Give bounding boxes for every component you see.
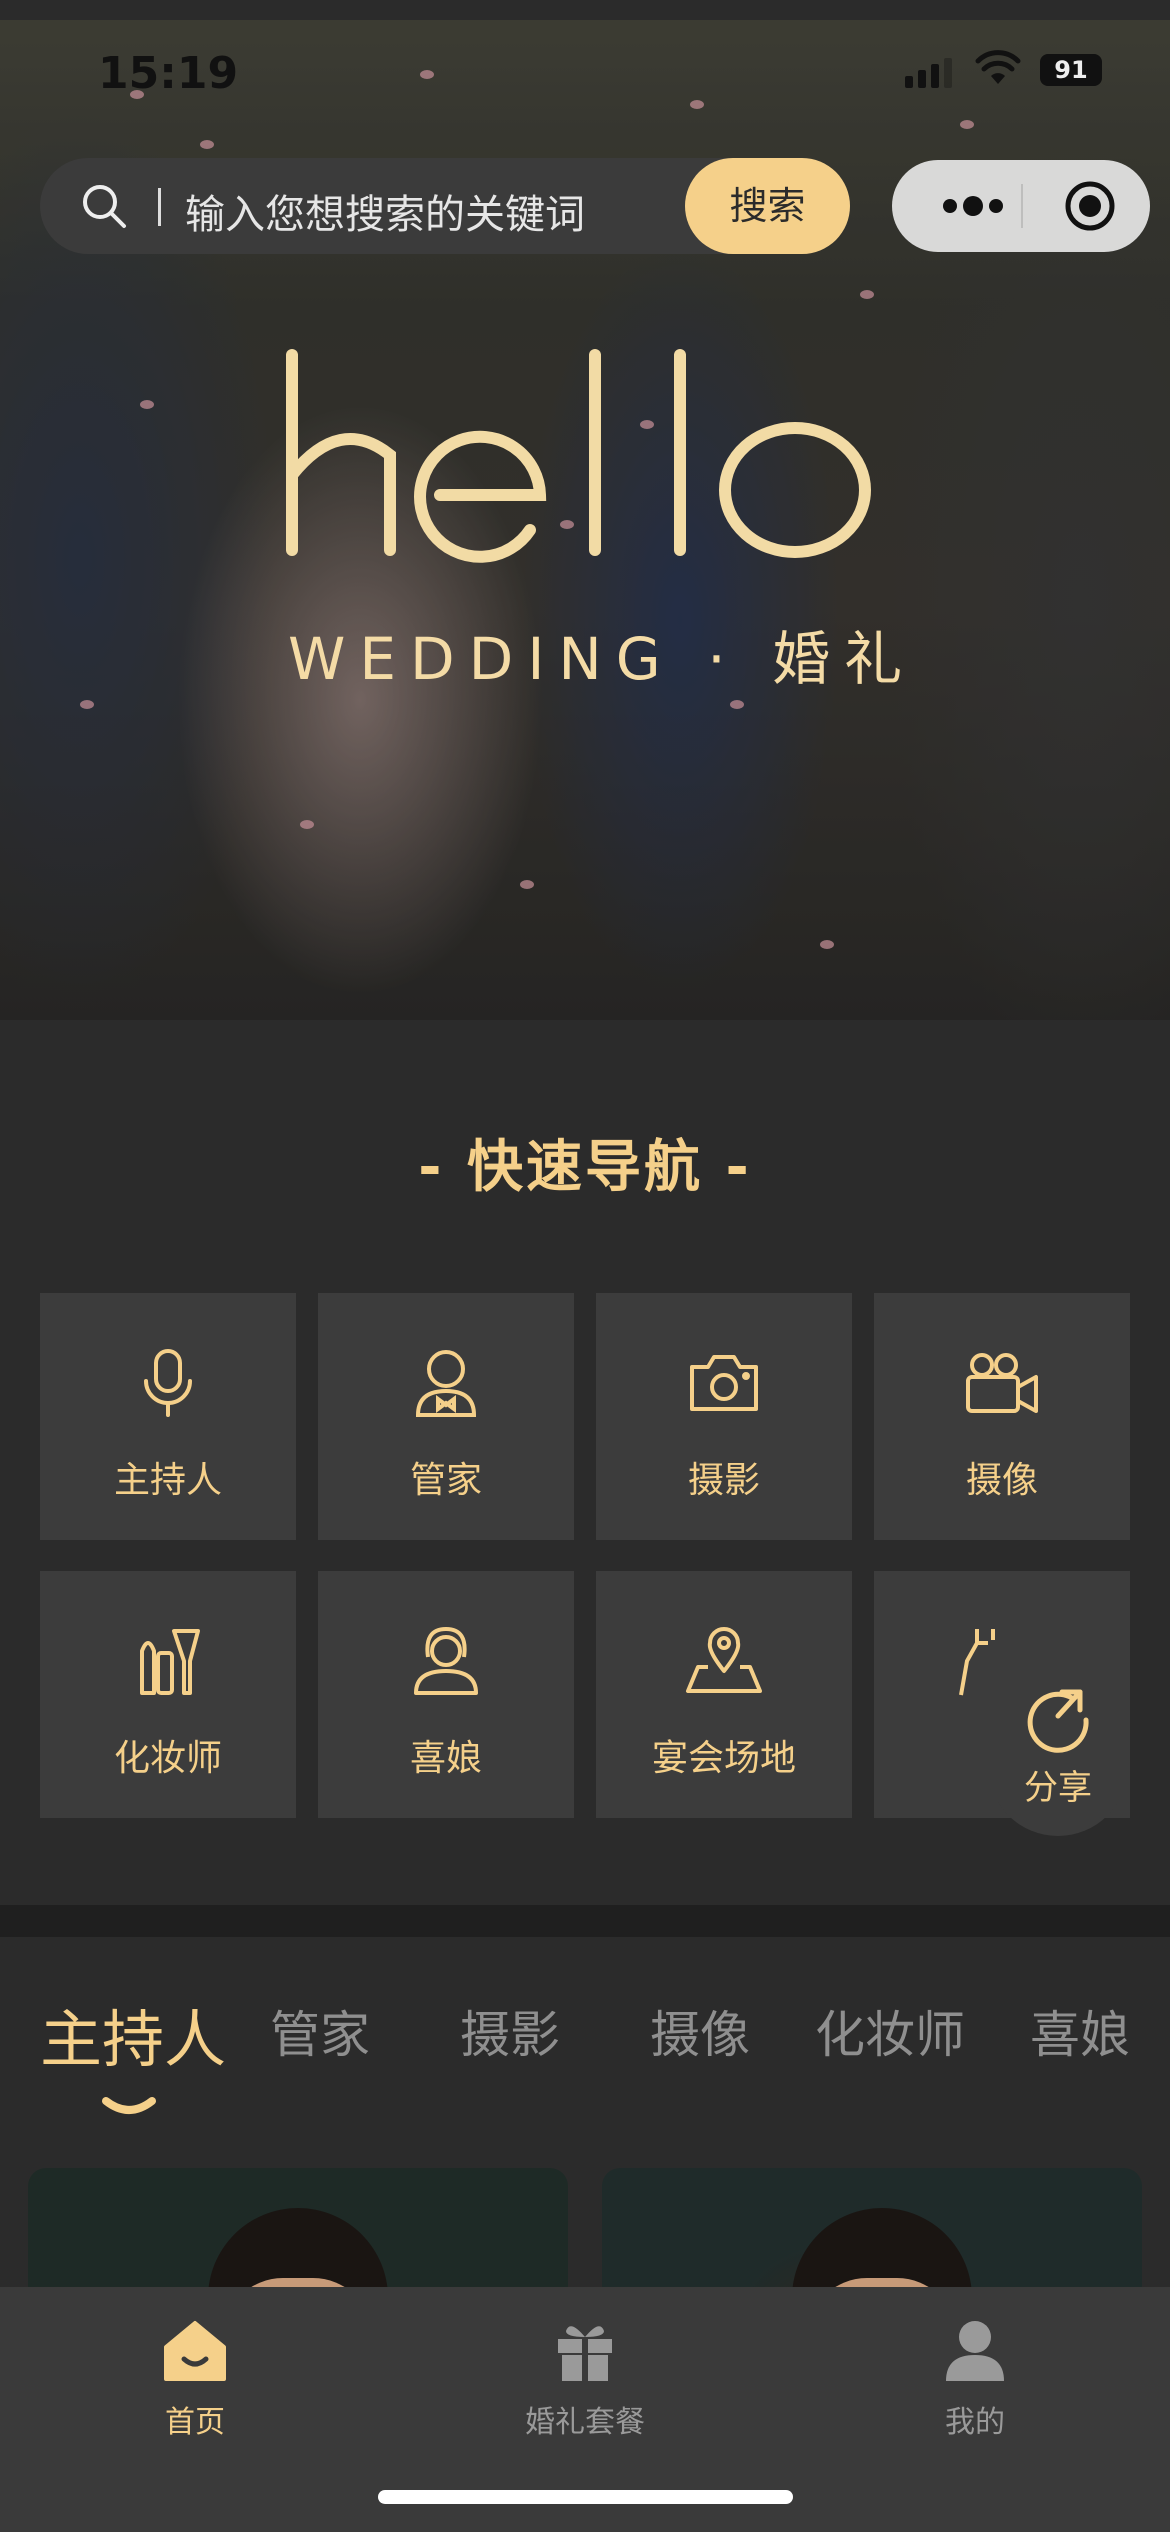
quick-nav-host[interactable]: 主持人 [40, 1293, 296, 1540]
more-options-icon[interactable] [928, 190, 1018, 222]
miniprogram-capsule [892, 160, 1150, 252]
tabbar-label: 首页 [165, 2405, 225, 2440]
tabbar-label: 婚礼套餐 [525, 2405, 645, 2440]
tab-butler[interactable]: 管家 [270, 1995, 370, 2067]
quick-nav-butler[interactable]: 管家 [318, 1293, 574, 1540]
quick-nav-label: 宴会场地 [651, 1738, 796, 1779]
quick-nav-label: 喜娘 [409, 1738, 482, 1779]
hello-logo-text: hello [280, 345, 283, 346]
close-miniprogram-icon[interactable] [1062, 178, 1118, 234]
camera-icon [690, 1355, 758, 1411]
wifi-icon [975, 50, 1021, 84]
active-tab-indicator [102, 2097, 156, 2114]
battery-level: 91 [1054, 56, 1088, 84]
quick-nav-videography[interactable]: 摄像 [874, 1293, 1130, 1540]
quick-nav-makeup[interactable]: 化妆师 [40, 1571, 296, 1818]
section-divider [0, 1905, 1170, 1937]
tabbar-packages[interactable]: 婚礼套餐 [465, 2305, 705, 2455]
tab-videography[interactable]: 摄像 [650, 1995, 750, 2067]
quick-nav-bridesmaid[interactable]: 喜娘 [318, 1571, 574, 1818]
tab-photography[interactable]: 摄影 [460, 1995, 560, 2067]
search-icon [83, 185, 126, 228]
quick-nav-label: 摄影 [687, 1460, 760, 1501]
quick-nav-photography[interactable]: 摄影 [596, 1293, 852, 1540]
tabbar-profile[interactable]: 我的 [855, 2305, 1095, 2455]
search-input[interactable]: 输入您想搜索的关键词 [185, 182, 585, 240]
makeup-icon [140, 1629, 200, 1695]
quick-nav-title: - 快速导航 - [418, 1135, 752, 1200]
hello-logo: hello [280, 345, 871, 563]
quick-nav-label: 主持人 [113, 1460, 222, 1501]
signal-icon [905, 58, 952, 88]
quick-nav-venue[interactable]: 宴会场地 [596, 1571, 852, 1818]
tab-bridesmaid[interactable]: 喜娘 [1030, 1995, 1130, 2067]
butler-icon [415, 1350, 477, 1417]
home-icon [164, 2321, 226, 2381]
quick-nav-label: 管家 [409, 1460, 482, 1501]
share-label: 分享 [1024, 1768, 1092, 1808]
tabbar-label: 我的 [945, 2405, 1005, 2440]
tab-host[interactable]: 主持人 [40, 1989, 226, 2079]
share-button[interactable]: 分享 [988, 1640, 1128, 1836]
battery-icon: 91 [1040, 54, 1102, 86]
quick-nav-label: 化妆师 [113, 1738, 222, 1779]
tab-makeup[interactable]: 化妆师 [815, 1995, 965, 2067]
bridesmaid-icon [414, 1627, 478, 1695]
venue-map-icon [686, 1627, 762, 1693]
gift-icon [558, 2326, 612, 2381]
search-bar[interactable]: 输入您想搜索的关键词 搜索 [40, 158, 850, 254]
video-camera-icon [966, 1353, 1038, 1413]
tabbar-home[interactable]: 首页 [75, 2305, 315, 2455]
status-time: 15:19 [98, 48, 239, 99]
user-icon [946, 2321, 1004, 2381]
category-tabs: 主持人 管家 摄影 摄像 化妆师 喜娘 [0, 1995, 1170, 2115]
share-icon [1027, 1689, 1089, 1753]
search-button[interactable]: 搜索 [685, 158, 850, 254]
text-caret [158, 188, 161, 226]
quick-nav-label: 摄像 [965, 1460, 1038, 1501]
home-indicator [378, 2490, 793, 2504]
status-bar: 15:19 91 [0, 0, 1170, 150]
hero-subtitle: WEDDING · 婚礼 [288, 625, 917, 693]
microphone-icon [144, 1349, 192, 1417]
